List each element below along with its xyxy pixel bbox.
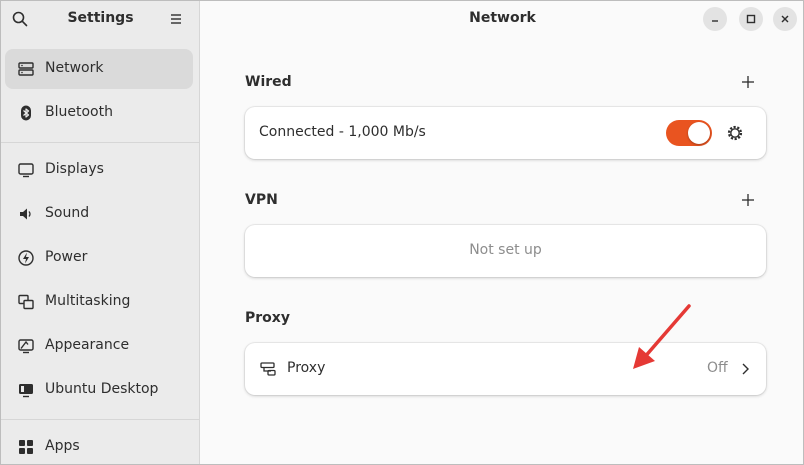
sidebar-item-appearance[interactable]: Appearance xyxy=(5,326,193,366)
toggle-knob xyxy=(688,122,710,144)
bluetooth-icon xyxy=(21,105,31,121)
power-icon xyxy=(18,250,34,266)
settings-window: Settings Network Bluetooth Displays Soun… xyxy=(0,0,804,465)
add-wired-button[interactable] xyxy=(739,73,757,91)
hamburger-menu-icon[interactable] xyxy=(167,11,185,27)
proxy-heading: Proxy xyxy=(245,310,290,326)
proxy-row-value: Off xyxy=(707,360,728,376)
sidebar-item-multitasking[interactable]: Multitasking xyxy=(5,282,193,322)
ubuntu-desktop-icon xyxy=(19,384,33,398)
sidebar-divider xyxy=(1,419,200,420)
vpn-heading: VPN xyxy=(245,192,278,208)
sidebar-item-bluetooth[interactable]: Bluetooth xyxy=(5,93,193,133)
vpn-status: Not set up xyxy=(469,242,542,258)
sidebar-item-ubuntu-desktop[interactable]: Ubuntu Desktop xyxy=(5,370,193,410)
sidebar-header: Settings xyxy=(1,1,200,37)
sidebar-item-label: Bluetooth xyxy=(45,104,113,120)
sidebar-item-label: Apps xyxy=(45,438,80,454)
sidebar-item-network[interactable]: Network xyxy=(5,49,193,89)
minimize-icon xyxy=(712,20,718,22)
appearance-icon xyxy=(18,339,34,354)
sidebar-item-label: Network xyxy=(45,60,104,76)
multitasking-icon xyxy=(18,294,34,310)
wired-connection-card: Connected - 1,000 Mb/s xyxy=(245,107,766,159)
vpn-card: Not set up xyxy=(245,225,766,277)
sidebar-item-sound[interactable]: Sound xyxy=(5,194,193,234)
sidebar-item-power[interactable]: Power xyxy=(5,238,193,278)
annotation-arrow-icon xyxy=(633,304,691,369)
proxy-icon xyxy=(260,362,276,376)
close-button[interactable] xyxy=(773,7,797,31)
apps-icon xyxy=(19,440,33,454)
sidebar-item-displays[interactable]: Displays xyxy=(5,150,193,190)
sound-icon xyxy=(20,208,31,220)
sidebar-item-label: Sound xyxy=(45,205,90,221)
sidebar-item-apps[interactable]: Apps xyxy=(5,427,193,464)
gear-icon[interactable] xyxy=(726,124,744,142)
sidebar-divider xyxy=(1,142,200,143)
minimize-button[interactable] xyxy=(703,7,727,31)
maximize-icon xyxy=(746,14,756,24)
maximize-button[interactable] xyxy=(739,7,763,31)
sidebar-item-label: Appearance xyxy=(45,337,130,353)
sidebar: Settings Network Bluetooth Displays Soun… xyxy=(1,1,200,464)
close-icon xyxy=(781,15,789,23)
sidebar-item-label: Multitasking xyxy=(45,293,131,309)
sidebar-item-label: Displays xyxy=(45,161,104,177)
wired-status: Connected - 1,000 Mb/s xyxy=(259,124,426,140)
display-icon xyxy=(18,163,34,178)
sidebar-item-label: Ubuntu Desktop xyxy=(45,381,159,397)
network-icon xyxy=(18,62,34,76)
chevron-right-icon xyxy=(742,363,749,375)
wired-toggle[interactable] xyxy=(666,120,712,146)
wired-heading: Wired xyxy=(245,74,292,90)
proxy-row-label: Proxy xyxy=(287,360,326,376)
sidebar-item-label: Power xyxy=(45,249,88,265)
add-vpn-button[interactable] xyxy=(739,191,757,209)
